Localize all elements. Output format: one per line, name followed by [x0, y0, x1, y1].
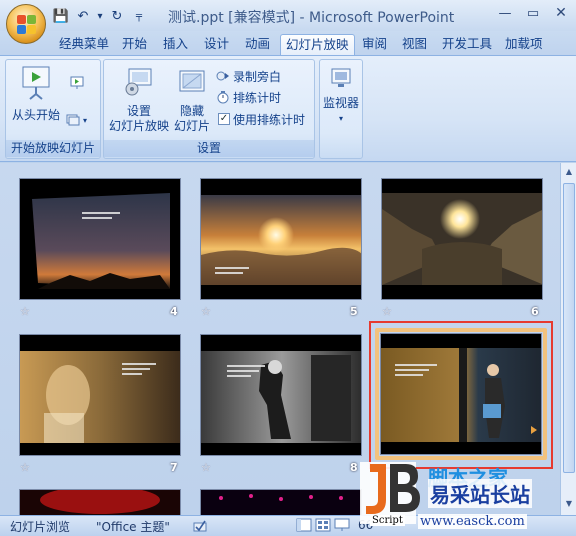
ribbon-tabs: 经典菜单 开始 插入 设计 动画 幻灯片放映 审阅 视图 开发工具 加载项 [0, 31, 576, 55]
title-bar: 💾 ↶ ▾ ↻ ╤ 测试.ppt [兼容模式] - Microsoft Powe… [0, 0, 576, 31]
hide-slide-icon [179, 70, 205, 92]
slide-transition-icon: ☆ [20, 461, 30, 474]
setup-slide-show-button[interactable]: 设置 幻灯片放映 [106, 67, 172, 134]
quick-access-toolbar: 💾 ↶ ▾ ↻ ╤ [52, 6, 148, 26]
tab-review[interactable]: 审阅 [357, 34, 392, 55]
hide-slide-button[interactable]: 隐藏 幻灯片 [172, 67, 212, 134]
slide-image [20, 335, 180, 455]
office-button[interactable] [6, 4, 46, 44]
tab-view[interactable]: 视图 [397, 34, 432, 55]
tab-design[interactable]: 设计 [199, 34, 234, 55]
slide-sorter-view-icon[interactable] [315, 518, 331, 535]
tab-classic-menu[interactable]: 经典菜单 [54, 34, 114, 55]
watermark-url: www.easck.com [418, 514, 527, 529]
hide-slide-label-1: 隐藏 [179, 104, 204, 118]
slide-thumbnail[interactable] [200, 178, 362, 300]
slide-transition-icon: ☆ [382, 305, 392, 318]
slide-image [201, 490, 361, 515]
use-rehearsed-timings-checkbox[interactable]: ✓ 使用排练计时 [218, 110, 305, 128]
slide-number: 7 [170, 461, 178, 474]
spell-check-icon[interactable] [192, 517, 208, 536]
custom-show-icon [66, 114, 80, 126]
slide-thumbnail[interactable] [19, 334, 181, 456]
chevron-down-icon: ▾ [83, 115, 88, 125]
tab-insert[interactable]: 插入 [158, 34, 193, 55]
normal-view-icon[interactable] [296, 518, 312, 535]
customize-icon[interactable]: ╤ [130, 7, 148, 25]
status-theme-name: "Office 主题" [96, 520, 170, 534]
slide-transition-icon: ☆ [201, 461, 211, 474]
save-icon[interactable]: 💾 [52, 7, 70, 25]
status-view-name: 幻灯片浏览 [10, 520, 71, 534]
watermark: Script 脚本之家 易采站长站 www.easck.com [356, 456, 576, 536]
group-setup: 设置 幻灯片放映 隐藏 幻灯片 录制旁白 排练计时 ✓ 使用排练计时 设置 [103, 59, 315, 159]
tab-animations[interactable]: 动画 [240, 34, 275, 55]
slide-show-view-icon[interactable] [334, 518, 350, 535]
custom-slide-show-button[interactable]: ▾ [66, 111, 87, 129]
slide-transition-icon: ☆ [20, 305, 30, 318]
from-beginning-button[interactable]: 从头开始 [8, 65, 64, 123]
group-start-slide-show: 从头开始 ▾ 开始放映幻灯片 [5, 59, 101, 159]
group-monitors: 监视器 ▾ [319, 59, 363, 159]
setup-show-label-2: 幻灯片放映 [108, 119, 169, 133]
scroll-up-icon[interactable]: ▲ [563, 165, 575, 179]
undo-icon[interactable]: ↶ [74, 7, 92, 25]
record-narration-label: 录制旁白 [233, 69, 282, 84]
chevron-down-icon: ▾ [338, 114, 343, 123]
slide-image [381, 334, 541, 454]
slide-transition-icon: ☆ [201, 305, 211, 318]
tab-slide-show[interactable]: 幻灯片放映 [280, 34, 355, 55]
record-narration-button[interactable]: 录制旁白 [216, 67, 281, 85]
monitors-label: 监视器 [322, 96, 359, 110]
slide-number: 4 [170, 305, 178, 318]
from-beginning-label: 从头开始 [11, 108, 60, 122]
scrollbar-thumb[interactable] [563, 183, 575, 473]
slide-image [382, 179, 542, 299]
close-icon[interactable]: ✕ [552, 4, 570, 22]
tab-add-ins[interactable]: 加载项 [500, 34, 548, 55]
tab-developer[interactable]: 开发工具 [437, 34, 497, 55]
slide-thumbnail[interactable] [19, 489, 181, 515]
use-rehearsed-label: 使用排练计时 [233, 112, 306, 127]
hide-slide-label-2: 幻灯片 [173, 119, 210, 133]
window-controls: — ▭ ✕ [496, 4, 570, 22]
from-current-slide-button[interactable] [70, 74, 84, 92]
slide-thumbnail[interactable] [200, 334, 362, 456]
ribbon: 从头开始 ▾ 开始放映幻灯片 设置 幻灯片放映 隐藏 幻灯片 录制旁白 排练计时… [0, 55, 576, 162]
rehearse-timings-label: 排练计时 [233, 90, 282, 105]
group-label-setup: 设置 [104, 140, 314, 157]
play-from-current-icon [70, 76, 84, 89]
slideshow-start-icon [22, 66, 50, 100]
monitor-icon [331, 68, 351, 87]
redo-icon[interactable]: ↻ [108, 7, 126, 25]
watermark-site-name: 易采站长站 [428, 479, 532, 508]
group-label-start: 开始放映幻灯片 [6, 140, 100, 157]
slide-number: 6 [531, 305, 539, 318]
slide-thumbnail[interactable] [381, 178, 543, 300]
slide-image [201, 179, 361, 299]
setup-show-icon [125, 68, 152, 96]
setup-show-label-1: 设置 [126, 104, 151, 118]
slide-image [20, 490, 180, 515]
rehearse-timings-button[interactable]: 排练计时 [216, 88, 281, 106]
slide-thumbnail-selected[interactable] [380, 333, 542, 455]
dropdown-icon[interactable]: ▾ [96, 7, 104, 25]
slide-thumbnail[interactable] [19, 178, 181, 300]
slide-thumbnail[interactable] [200, 489, 362, 515]
office-logo-icon [17, 15, 37, 35]
minimize-icon[interactable]: — [496, 4, 514, 22]
watermark-script-label: Script [370, 515, 405, 526]
tab-home[interactable]: 开始 [117, 34, 152, 55]
monitors-button[interactable]: 监视器 ▾ [321, 67, 361, 126]
slide-number: 5 [350, 305, 358, 318]
slide-image [20, 179, 180, 299]
checkbox-checked-icon[interactable]: ✓ [218, 113, 230, 125]
window-title: 测试.ppt [兼容模式] - Microsoft PowerPoint [168, 10, 455, 26]
microphone-icon [216, 71, 229, 81]
slide-image [201, 335, 361, 455]
restore-icon[interactable]: ▭ [524, 4, 542, 22]
stopwatch-icon [217, 91, 229, 104]
